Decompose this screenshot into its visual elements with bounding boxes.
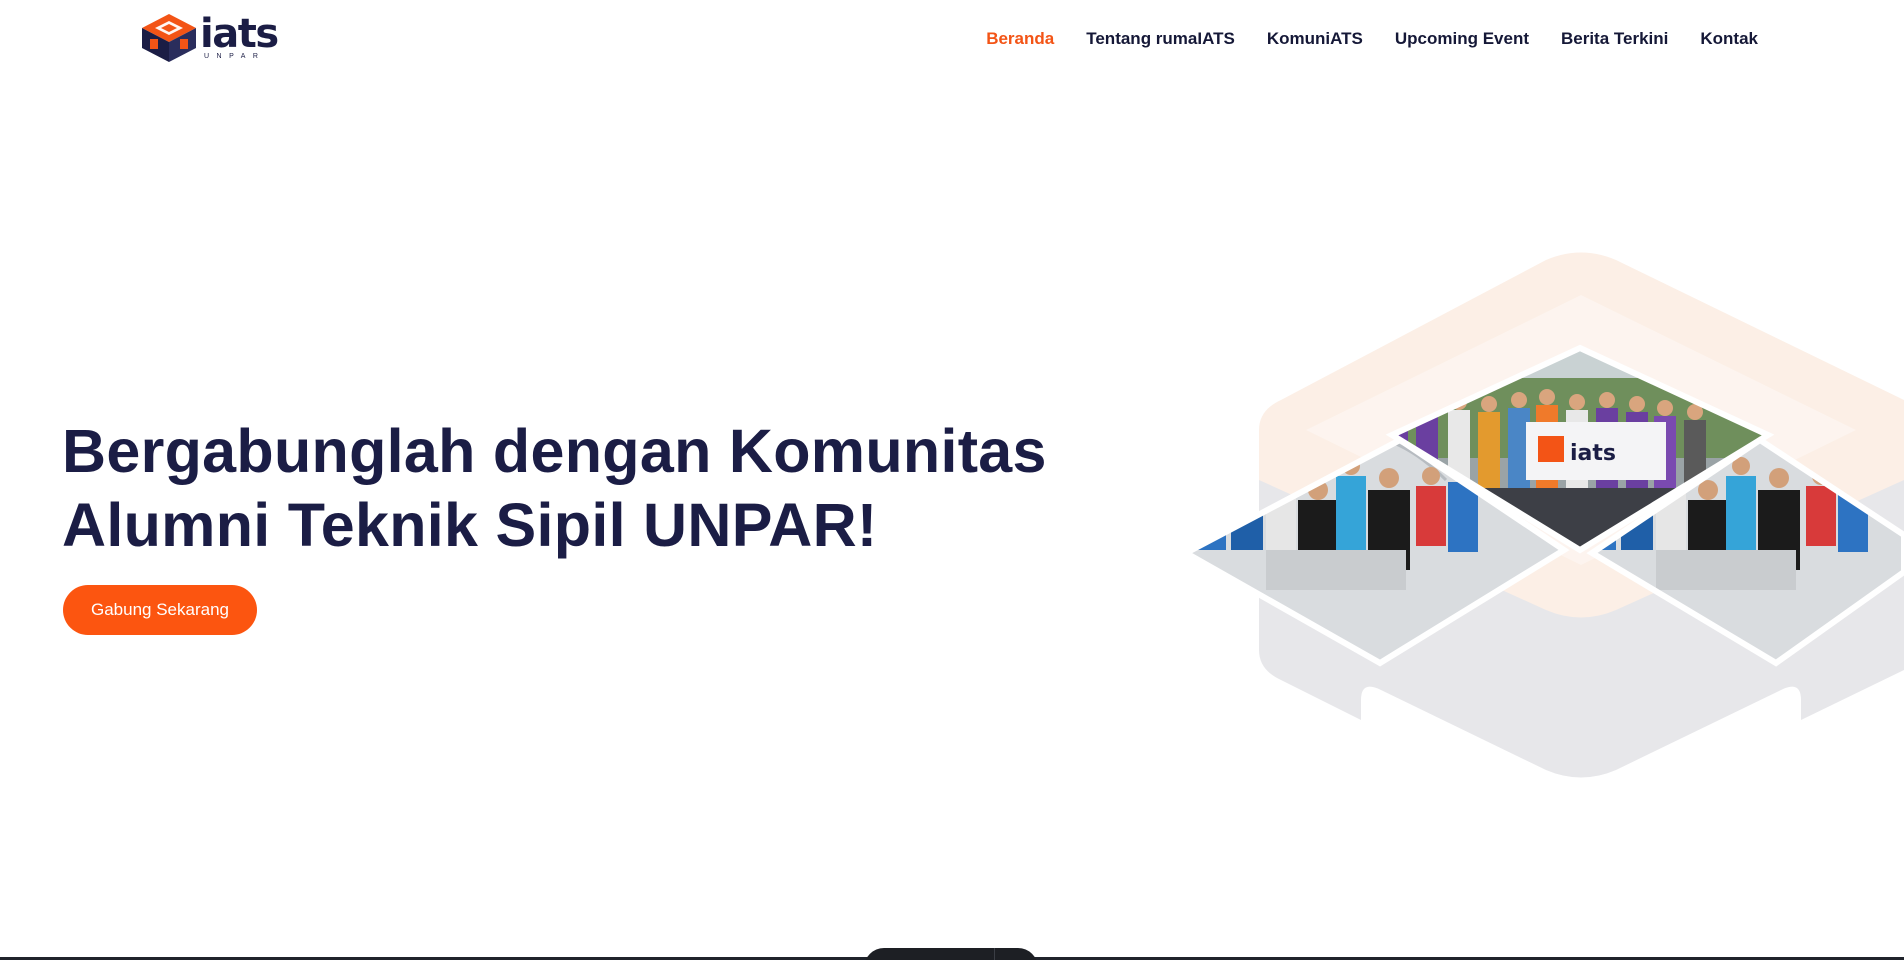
- nav-item-beranda[interactable]: Beranda: [986, 24, 1054, 54]
- iats-logo[interactable]: iats UNPAR: [138, 11, 279, 64]
- collage-graphic: iats: [1186, 252, 1904, 778]
- nav-item-komuniats[interactable]: KomuniATS: [1267, 24, 1363, 54]
- logo-cube-icon: [142, 14, 196, 62]
- main-nav: Beranda Tentang rumaIATS KomuniATS Upcom…: [954, 24, 1758, 54]
- join-now-button[interactable]: Gabung Sekarang: [63, 585, 257, 635]
- floating-toolbar[interactable]: [864, 948, 1038, 960]
- hero-collage: iats: [1186, 250, 1904, 820]
- logo-wordmark: iats: [200, 11, 279, 57]
- nav-item-tentang[interactable]: Tentang rumaIATS: [1086, 24, 1235, 54]
- toolbar-divider: [994, 948, 995, 960]
- hero-title-line-1: Bergabunglah dengan Komunitas: [62, 417, 1047, 485]
- nav-item-kontak[interactable]: Kontak: [1700, 24, 1758, 54]
- nav-item-upcoming-event[interactable]: Upcoming Event: [1395, 24, 1529, 54]
- hero-title-line-2: Alumni Teknik Sipil UNPAR!: [62, 491, 878, 559]
- logo-subtitle: UNPAR: [204, 53, 266, 60]
- hero-title: Bergabunglah dengan Komunitas Alumni Tek…: [62, 414, 1047, 562]
- page: iats UNPAR Beranda Tentang rumaIATS Komu…: [0, 0, 1904, 960]
- nav-item-berita[interactable]: Berita Terkini: [1561, 24, 1668, 54]
